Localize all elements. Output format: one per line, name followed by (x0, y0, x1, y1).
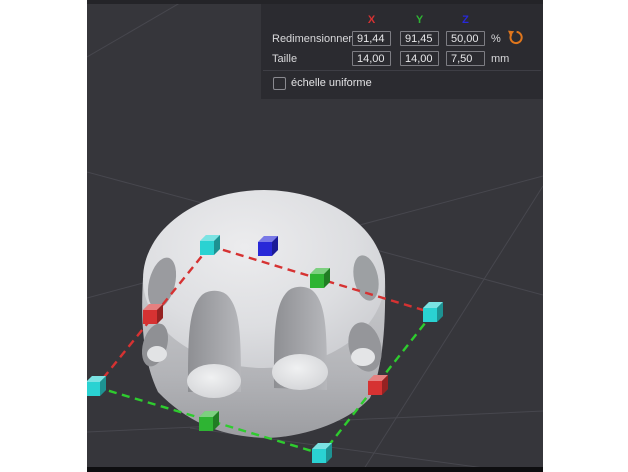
size-x-input[interactable] (352, 51, 391, 66)
uniform-scale-row: échelle uniforme (273, 76, 372, 90)
y-scale-handle-left[interactable] (199, 411, 219, 431)
panel-divider (263, 70, 541, 71)
size-z-input[interactable] (446, 51, 485, 66)
size-row-label: Taille (272, 53, 297, 65)
scale-unit-label: % (491, 33, 501, 45)
scale-z-input[interactable] (446, 31, 485, 46)
y-scale-handle-right[interactable] (310, 268, 330, 288)
corner-scale-handle-right[interactable] (423, 302, 443, 322)
corner-scale-handle-back[interactable] (200, 235, 220, 255)
viewport-bottom-edge (87, 467, 543, 472)
knob-model[interactable] (137, 190, 386, 438)
corner-scale-handle-front[interactable] (312, 443, 332, 463)
scale-y-input[interactable] (400, 31, 439, 46)
z-scale-handle[interactable] (258, 236, 278, 256)
size-y-input[interactable] (400, 51, 439, 66)
x-scale-handle-left[interactable] (143, 304, 163, 324)
corner-scale-handle-left[interactable] (87, 376, 106, 396)
uniform-scale-checkbox[interactable] (273, 77, 286, 90)
undo-reset-icon (507, 30, 524, 47)
scale-row-label: Redimensionner (272, 33, 352, 45)
axis-label-y: Y (400, 14, 439, 26)
x-scale-handle-right[interactable] (368, 375, 388, 395)
axis-label-z: Z (446, 14, 485, 26)
scale-panel: X Y Z Redimensionner % Taille mm échelle… (261, 4, 543, 99)
size-unit-label: mm (491, 53, 509, 65)
size-row: Taille mm (261, 51, 543, 66)
uniform-scale-label[interactable]: échelle uniforme (291, 77, 372, 89)
scale-row: Redimensionner % (261, 31, 543, 46)
scale-x-input[interactable] (352, 31, 391, 46)
reset-scale-button[interactable] (507, 30, 524, 47)
axis-label-x: X (352, 14, 391, 26)
axis-header-row: X Y Z (261, 14, 543, 27)
